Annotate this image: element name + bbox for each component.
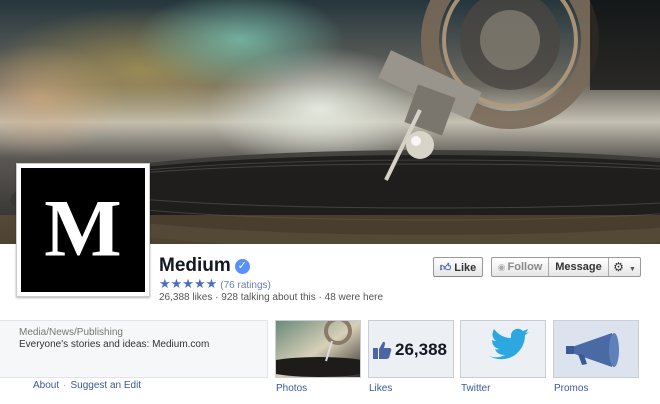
tile-label-promos[interactable]: Promos <box>554 383 588 394</box>
rss-icon: ◉ <box>497 262 506 272</box>
suggest-edit-link[interactable]: Suggest an Edit <box>70 380 141 391</box>
promos-tile[interactable] <box>553 320 639 378</box>
follow-button-label: Follow <box>507 261 543 273</box>
follow-button[interactable]: ◉ Follow <box>492 258 548 276</box>
tile-label-twitter[interactable]: Twitter <box>461 383 490 394</box>
page-category: Media/News/Publishing <box>19 327 123 338</box>
star-rating-icon: ★★★★★ <box>159 276 218 291</box>
thumbs-up-icon <box>373 341 392 359</box>
about-box: Media/News/Publishing Everyone's stories… <box>0 320 268 378</box>
link-separator: · <box>63 380 67 391</box>
likes-count: 26,388 <box>395 340 447 359</box>
medium-logo: M <box>21 168 145 292</box>
message-button[interactable]: Message <box>548 258 608 276</box>
likes-tile[interactable]: 26,388 <box>368 320 454 378</box>
twitter-bird-icon <box>489 328 529 360</box>
profile-picture[interactable]: M <box>16 163 150 297</box>
verified-badge-icon: ✓ <box>234 258 250 274</box>
twitter-tile[interactable] <box>460 320 546 378</box>
like-button-label: Like <box>454 262 477 274</box>
gear-icon: ⚙ <box>613 260 624 274</box>
about-link[interactable]: About <box>33 380 59 391</box>
photos-tile[interactable] <box>275 320 361 378</box>
photo-thumbnail <box>276 321 360 377</box>
like-button[interactable]: 👍︎ Like <box>433 257 483 277</box>
thumbs-up-icon: 👍︎ <box>439 262 452 274</box>
rating-line[interactable]: ★★★★★ (76 ratings) <box>159 276 271 292</box>
tile-label-likes[interactable]: Likes <box>369 383 392 394</box>
page-title[interactable]: Medium <box>159 255 231 277</box>
rating-count[interactable]: (76 ratings) <box>220 280 271 291</box>
page-title-block: Medium ✓ <box>159 255 250 277</box>
page-description: Everyone's stories and ideas: Medium.com <box>19 339 210 350</box>
message-button-label: Message <box>555 261 602 273</box>
about-links: About · Suggest an Edit <box>33 380 141 391</box>
chevron-down-icon: ▼ <box>628 266 636 273</box>
tile-label-photos[interactable]: Photos <box>276 383 307 394</box>
page-actions: ◉ Follow Message ⚙ ▼ <box>491 257 641 277</box>
logo-letter: M <box>44 182 122 274</box>
page-stats: 26,388 likes · 928 talking about this · … <box>159 292 384 303</box>
settings-dropdown[interactable]: ⚙ ▼ <box>608 258 640 276</box>
megaphone-icon <box>566 333 619 367</box>
